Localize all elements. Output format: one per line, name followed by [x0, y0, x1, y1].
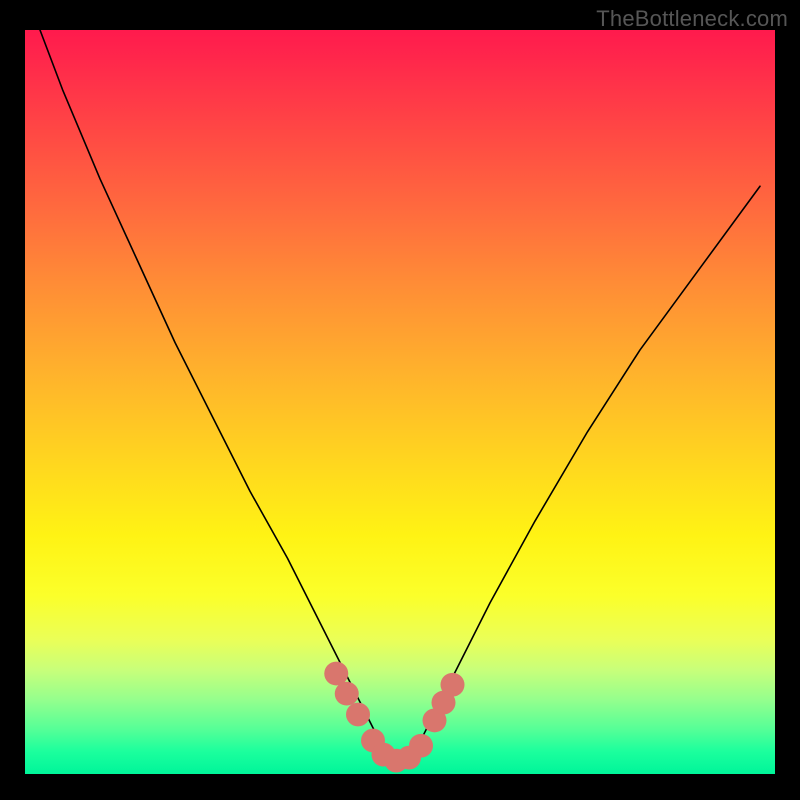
highlight-dot [409, 734, 433, 758]
series-group [40, 30, 760, 759]
marker-group [324, 662, 464, 773]
highlight-dot [335, 682, 359, 706]
chart-svg [25, 30, 775, 774]
chart-frame: TheBottleneck.com [0, 0, 800, 800]
curve-bottleneck-curve [40, 30, 760, 759]
highlight-dot [324, 662, 348, 686]
highlight-dot [441, 673, 465, 697]
watermark-text: TheBottleneck.com [596, 6, 788, 32]
plot-area [25, 30, 775, 774]
highlight-dot [346, 703, 370, 727]
